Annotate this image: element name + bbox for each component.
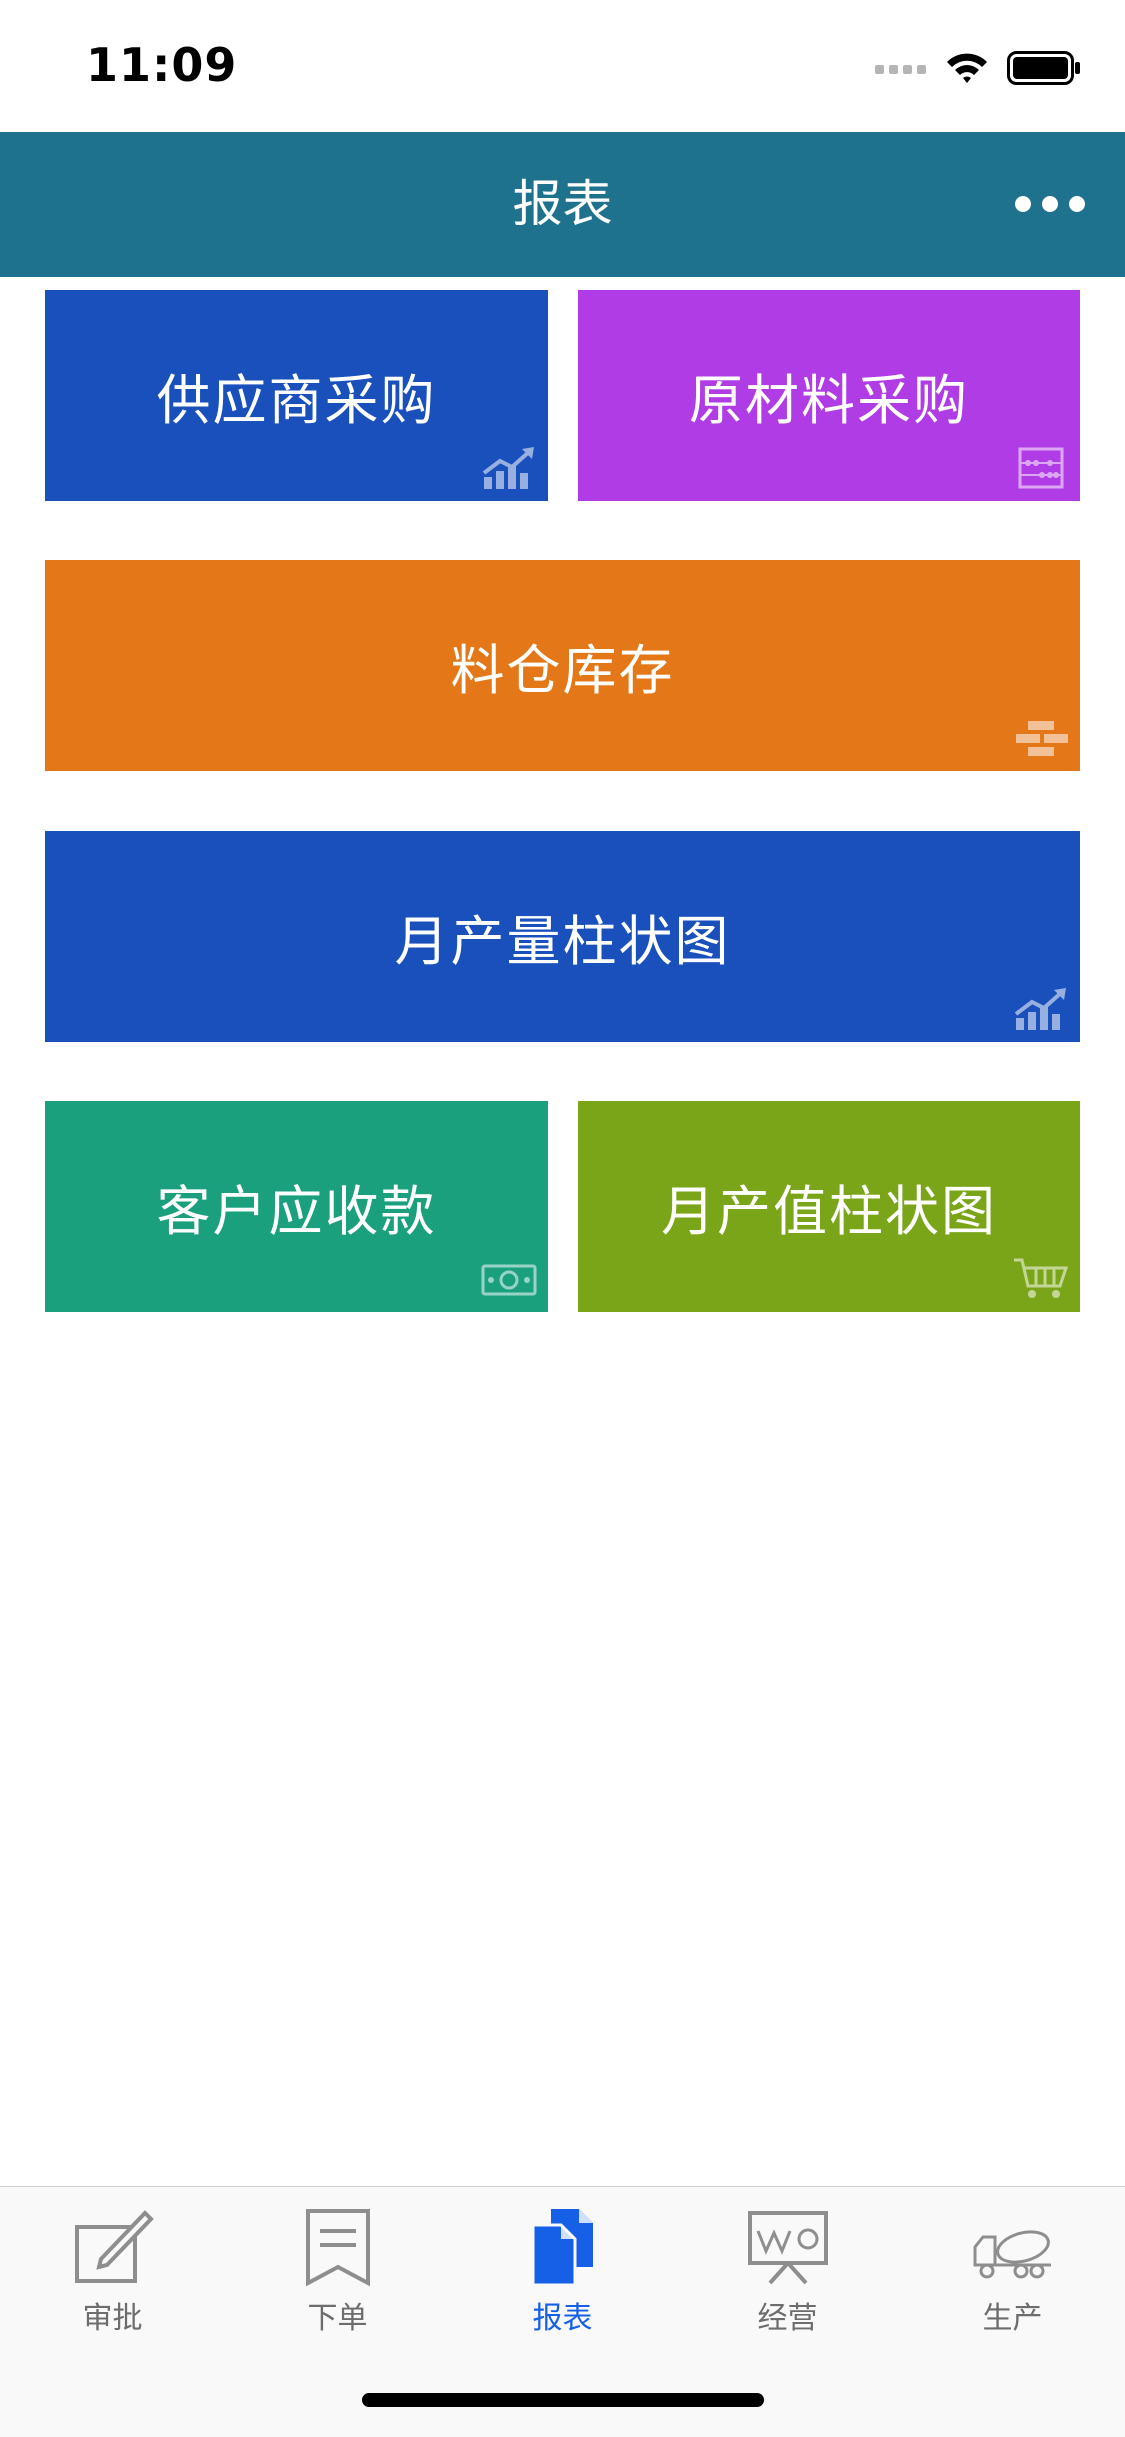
tile-silo-inventory[interactable]: 料仓库存 (45, 560, 1080, 771)
money-icon (481, 1264, 537, 1296)
tab-business[interactable]: 经营 (675, 2187, 900, 2337)
tab-label: 经营 (757, 2301, 818, 2336)
more-dot-icon (1069, 196, 1085, 212)
tab-label: 生产 (982, 2301, 1043, 2336)
tab-label: 下单 (307, 2301, 368, 2336)
bricks-icon (1016, 721, 1068, 756)
tab-label: 报表 (532, 2301, 593, 2336)
tile-label: 供应商采购 (156, 369, 437, 432)
more-options-button[interactable] (1015, 184, 1085, 224)
more-dot-icon (1042, 196, 1058, 212)
tile-label: 原材料采购 (689, 369, 969, 432)
page-title: 报表 (512, 175, 613, 233)
bookmark-icon (305, 2209, 370, 2287)
cellular-signal-icon (875, 65, 926, 74)
tile-supplier-purchase[interactable]: 供应商采购 (45, 290, 548, 501)
navigation-bar: 报表 (0, 132, 1125, 277)
tile-label: 料仓库存 (450, 639, 675, 702)
abacus-icon (1018, 447, 1064, 489)
tile-label: 月产值柱状图 (661, 1180, 997, 1243)
tab-production[interactable]: 生产 (900, 2187, 1125, 2337)
status-icons (875, 46, 1081, 90)
tile-customer-receivables[interactable]: 客户应收款 (45, 1101, 548, 1312)
more-dot-icon (1015, 196, 1031, 212)
documents-icon (531, 2209, 593, 2287)
tab-label: 审批 (82, 2301, 143, 2336)
presentation-icon (747, 2211, 828, 2285)
tile-raw-material-purchase[interactable]: 原材料采购 (578, 290, 1080, 501)
cart-icon (1014, 1258, 1069, 1298)
wifi-icon (947, 53, 987, 83)
mixer-truck-icon (973, 2230, 1051, 2279)
tile-label: 客户应收款 (156, 1180, 437, 1243)
tile-monthly-value-chart[interactable]: 月产值柱状图 (578, 1101, 1080, 1312)
chart-up-icon (482, 447, 534, 489)
home-indicator (362, 2393, 764, 2407)
tab-reports[interactable]: 报表 (450, 2187, 675, 2337)
tab-approval[interactable]: 审批 (0, 2187, 225, 2337)
status-bar: 11:09 (0, 0, 1125, 132)
status-time: 11:09 (86, 38, 238, 92)
battery-icon (1007, 51, 1080, 85)
tile-label: 月产量柱状图 (394, 910, 731, 973)
tile-monthly-output-chart[interactable]: 月产量柱状图 (45, 831, 1080, 1042)
chart-up-icon (1014, 988, 1066, 1030)
edit-icon (74, 2210, 154, 2283)
tab-order[interactable]: 下单 (225, 2187, 450, 2337)
